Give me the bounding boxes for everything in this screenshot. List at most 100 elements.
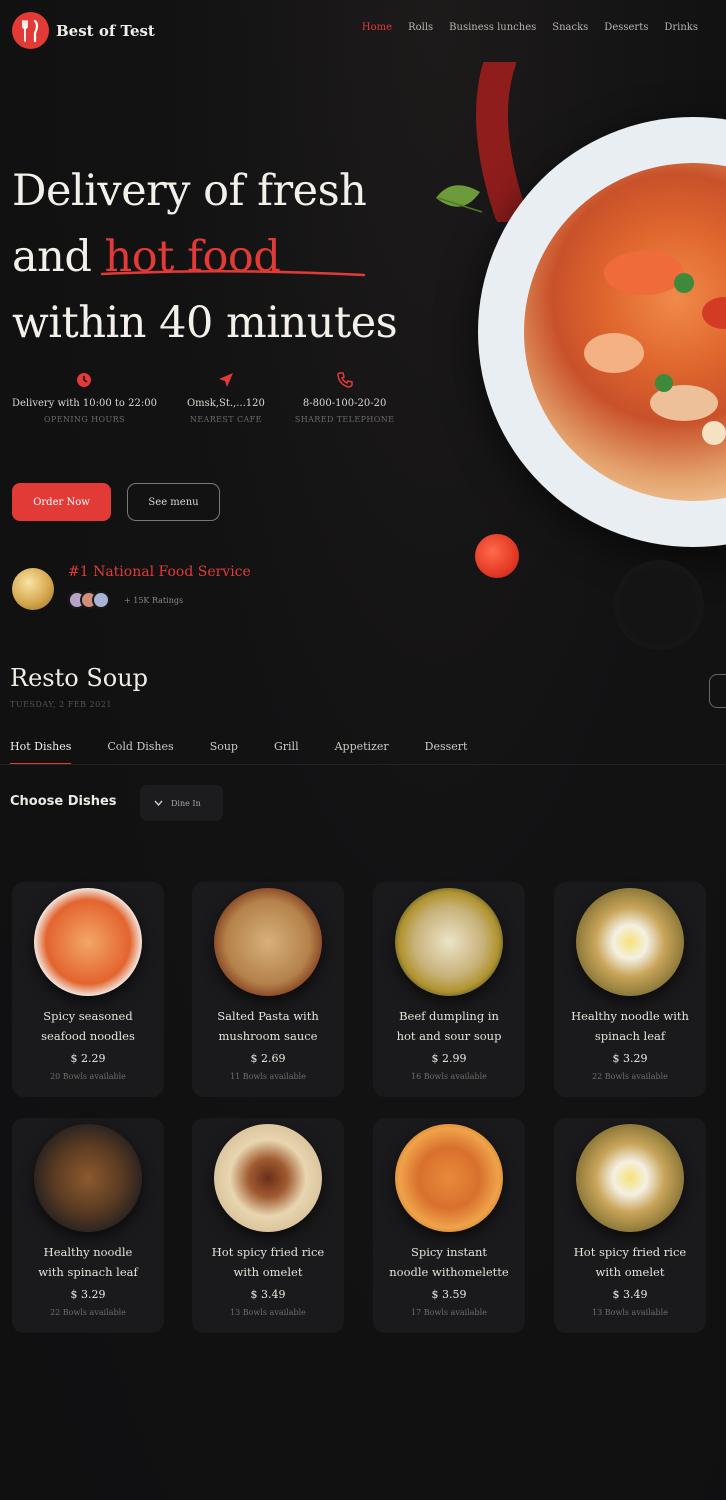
tabs-divider	[0, 764, 726, 765]
category-tabs: Hot Dishes Cold Dishes Soup Grill Appeti…	[10, 740, 467, 765]
dish-image	[34, 888, 142, 996]
award-title: #1 National Food Service	[68, 564, 251, 580]
dish-name: Spicy instant noodle withomelette	[373, 1242, 525, 1282]
hero-line-3: within 40 minutes	[12, 298, 398, 348]
tab-grill[interactable]: Grill	[274, 740, 299, 765]
dish-name-line-2: with omelet	[595, 1265, 665, 1279]
dish-price: $ 3.29	[612, 1052, 648, 1065]
dish-availability: 20 Bowls available	[50, 1072, 126, 1081]
dish-card[interactable]: Hot spicy fried rice with omelet $ 3.49 1…	[554, 1118, 706, 1333]
dish-name: Healthy noodle with spinach leaf	[554, 1006, 706, 1046]
nav-item-desserts[interactable]: Desserts	[604, 22, 648, 33]
info-location: Omsk,St.,...120 NEAREST CAFE	[187, 370, 265, 424]
nav-item-rolls[interactable]: Rolls	[408, 22, 433, 33]
dish-name-line-1: Salted Pasta with	[217, 1009, 319, 1023]
info-row: Delivery with 10:00 to 22:00 OPENING HOU…	[12, 370, 394, 424]
dish-card[interactable]: Salted Pasta with mushroom sauce $ 2.69 1…	[192, 882, 344, 1097]
dish-image	[34, 1124, 142, 1232]
info-phone-label: SHARED TELEPHONE	[294, 415, 395, 424]
info-hours: Delivery with 10:00 to 22:00 OPENING HOU…	[12, 370, 157, 424]
header: Best of Test Home Rolls Business lunches…	[0, 0, 726, 62]
dish-image	[214, 888, 322, 996]
dish-card[interactable]: Spicy seasoned seafood noodles $ 2.29 20 …	[12, 882, 164, 1097]
dish-card[interactable]: Hot spicy fried rice with omelet $ 3.49 1…	[192, 1118, 344, 1333]
info-location-label: NEAREST CAFE	[189, 415, 262, 424]
dish-name: Hot spicy fried rice with omelet	[554, 1242, 706, 1282]
tab-hot-dishes[interactable]: Hot Dishes	[10, 740, 72, 765]
hero-line-1: Delivery of fresh	[12, 166, 367, 216]
dish-card[interactable]: Healthy noodle with spinach leaf $ 3.29 2…	[554, 882, 706, 1097]
award-medal-icon	[12, 568, 54, 610]
hero-title: Delivery of fresh and hot food within 40…	[12, 158, 398, 356]
dish-name-line-1: Healthy noodle	[43, 1245, 133, 1259]
location-arrow-icon	[218, 373, 233, 387]
dish-availability: 16 Bowls available	[411, 1072, 487, 1081]
dish-price: $ 3.29	[70, 1288, 106, 1301]
dish-name-line-2: noodle withomelette	[389, 1265, 509, 1279]
tab-soup[interactable]: Soup	[210, 740, 238, 765]
order-now-button[interactable]: Order Now	[12, 483, 111, 521]
dish-availability: 22 Bowls available	[50, 1308, 126, 1317]
dish-name: Spicy seasoned seafood noodles	[12, 1006, 164, 1046]
section-title: Resto Soup	[10, 664, 149, 692]
tab-dessert[interactable]: Dessert	[425, 740, 468, 765]
dish-price: $ 2.99	[431, 1052, 467, 1065]
reviewer-avatars	[68, 591, 110, 609]
phone-icon	[336, 372, 353, 388]
chevron-down-icon	[154, 800, 163, 806]
dish-availability: 13 Bowls available	[230, 1308, 306, 1317]
dish-image	[395, 1124, 503, 1232]
dish-image	[576, 888, 684, 996]
info-phone: 8-800-100-20-20 SHARED TELEPHONE	[295, 370, 395, 424]
nav-item-business-lunches[interactable]: Business lunches	[449, 22, 536, 33]
dine-in-dropdown[interactable]: Dine In	[140, 785, 223, 821]
dish-name-line-2: hot and sour soup	[396, 1029, 502, 1043]
info-hours-label: OPENING HOURS	[44, 415, 125, 424]
tab-cold-dishes[interactable]: Cold Dishes	[107, 740, 173, 765]
fork-knife-icon	[12, 12, 49, 49]
dine-in-label: Dine In	[171, 798, 201, 808]
leaf-icon	[436, 185, 483, 213]
accent-underline	[100, 269, 366, 277]
dish-price: $ 2.69	[250, 1052, 286, 1065]
nav-item-snacks[interactable]: Snacks	[552, 22, 588, 33]
info-location-value: Omsk,St.,...120	[186, 398, 265, 409]
dish-name-line-2: mushroom sauce	[218, 1029, 318, 1043]
dish-availability: 22 Bowls available	[592, 1072, 668, 1081]
dish-name-line-2: seafood noodles	[41, 1029, 135, 1043]
dish-name-line-1: Hot spicy fried rice	[573, 1245, 687, 1259]
dish-name-line-1: Beef dumpling in	[399, 1009, 499, 1023]
hero-line-2-prefix: and	[12, 232, 105, 282]
page: Best of Test Home Rolls Business lunches…	[0, 0, 726, 1500]
dish-name-line-1: Spicy instant	[410, 1245, 487, 1259]
dish-card[interactable]: Spicy instant noodle withomelette $ 3.59 …	[373, 1118, 525, 1333]
dish-availability: 17 Bowls available	[411, 1308, 487, 1317]
hero-line-2: and hot food	[12, 224, 397, 290]
soup-bowl	[524, 163, 726, 501]
dish-name-line-2: with spinach leaf	[38, 1265, 138, 1279]
logo[interactable]: Best of Test	[12, 12, 155, 49]
dish-name-line-2: spinach leaf	[594, 1029, 666, 1043]
dish-card[interactable]: Healthy noodle with spinach leaf $ 3.29 2…	[12, 1118, 164, 1333]
clock-icon	[77, 373, 92, 387]
dish-price: $ 3.49	[612, 1288, 648, 1301]
section-date: TUESDAY, 2 FEB 2021	[10, 700, 112, 709]
main-nav: Home Rolls Business lunches Snacks Desse…	[362, 22, 698, 33]
info-phone-value: 8-800-100-20-20	[302, 398, 387, 409]
see-menu-button[interactable]: See menu	[127, 483, 220, 521]
nav-item-home[interactable]: Home	[362, 22, 392, 33]
ratings-count: + 15K Ratings	[124, 596, 184, 605]
dish-name-line-1: Hot spicy fried rice	[211, 1245, 325, 1259]
tab-appetizer[interactable]: Appetizer	[335, 740, 389, 765]
nav-item-drinks[interactable]: Drinks	[664, 22, 698, 33]
dish-name-line-2: with omelet	[233, 1265, 303, 1279]
dish-name: Healthy noodle with spinach leaf	[12, 1242, 164, 1282]
dish-card[interactable]: Beef dumpling in hot and sour soup $ 2.99…	[373, 882, 525, 1097]
dish-availability: 11 Bowls available	[230, 1072, 306, 1081]
chili-image	[475, 534, 519, 578]
choose-dishes-heading: Choose Dishes	[10, 794, 117, 809]
dish-price: $ 3.59	[431, 1288, 467, 1301]
brand-name: Best of Test	[56, 21, 155, 40]
dish-name-line-1: Healthy noodle with	[571, 1009, 689, 1023]
scroll-arrow-button[interactable]	[709, 674, 726, 708]
